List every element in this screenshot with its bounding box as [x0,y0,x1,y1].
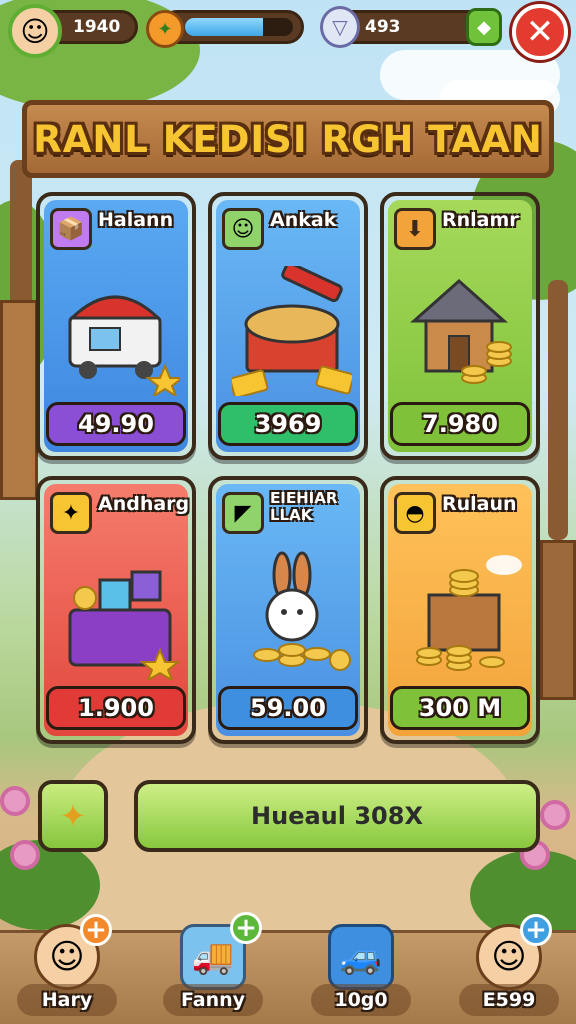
player-avatar-icon[interactable]: ☺ [8,4,62,58]
ticket-icon: ✦ [59,797,87,835]
dock-item-10g0[interactable]: 🚙 10g0 [306,918,416,1024]
hat-icon: ◓ [394,492,436,534]
character-dock: ☺ + Hary 🚚 + Fanny 🚙 10g0 ☺ + E599 [0,912,576,1024]
score-value: 1940 [73,17,121,37]
food-truck-icon [68,295,180,396]
shop-card-rnlamr[interactable]: ⬇ Rnlamr 7.980 [380,192,540,460]
card-title: Andharg [98,493,190,515]
card-price-button[interactable]: 1.900 [46,686,186,730]
bunny-coins-icon [253,551,351,671]
person-icon: ☺ [222,208,264,250]
card-title: Rulaun [442,493,517,515]
gem-add-icon[interactable]: ◆ [466,8,502,46]
card-price-button[interactable]: 59.00 [218,686,358,730]
card-price-button[interactable]: 7.980 [390,402,530,446]
carrot-icon: ✦ [146,10,184,48]
ticket-icon: ✦ [50,492,92,534]
download-arrow-icon: ⬇ [394,208,436,250]
card-title: Ankak [270,209,337,231]
main-action-label: Hueaul 308X [251,802,423,830]
shop-card-halann[interactable]: 📦 Halann 49.90 [36,192,196,460]
cup-icon: ▽ [320,6,360,48]
car-icon: 🚙 [328,924,394,990]
shop-card-ankak[interactable]: ☺ Ankak 3969 [208,192,368,460]
add-icon[interactable]: + [230,912,262,944]
coin-crate-icon [416,555,522,671]
shop-card-rulaun[interactable]: ◓ Rulaun 300 M [380,476,540,744]
dock-label: E599 [459,984,559,1016]
add-icon[interactable]: + [520,914,552,946]
card-title: Halann [98,209,174,231]
dock-label: Fanny [163,984,263,1016]
box-icon: 📦 [50,208,92,250]
shop-card-eiehiar[interactable]: ◤ EIEHIAR LLAK 59.00 [208,476,368,744]
ticket-button[interactable]: ✦ [38,780,108,852]
dock-item-hary[interactable]: ☺ + Hary [12,914,122,1024]
card-title: EIEHIAR LLAK [270,489,338,524]
gift-chest-icon [68,570,180,680]
energy-fill [185,18,263,36]
top-bar: 1940 ☺ ✦ 493 ▽ ◆ ✕ [0,0,576,60]
card-title: Rnlamr [442,209,519,231]
main-action-button[interactable]: Hueaul 308X [134,780,540,852]
energy-track [185,18,293,36]
close-icon: ✕ [525,12,555,52]
banner-title: RANL KEDISI RGH TAAN [33,117,543,161]
house-coins-icon [410,278,512,384]
dock-item-fanny[interactable]: 🚚 + Fanny [158,912,268,1024]
dock-label: 10g0 [311,984,411,1016]
close-button[interactable]: ✕ [512,4,568,60]
food-basket-icon [232,266,352,396]
dock-item-e599[interactable]: ☺ + E599 [454,914,564,1024]
shield-icon: ◤ [222,492,264,534]
card-price-button[interactable]: 300 M [390,686,530,730]
title-banner: RANL KEDISI RGH TAAN [22,100,554,178]
card-price-button[interactable]: 3969 [218,402,358,446]
shop-card-andharg[interactable]: ✦ Andharg 1.900 [36,476,196,744]
currency-value: 493 [365,17,401,37]
card-price-button[interactable]: 49.90 [46,402,186,446]
dock-label: Hary [17,984,117,1016]
add-icon[interactable]: + [80,914,112,946]
